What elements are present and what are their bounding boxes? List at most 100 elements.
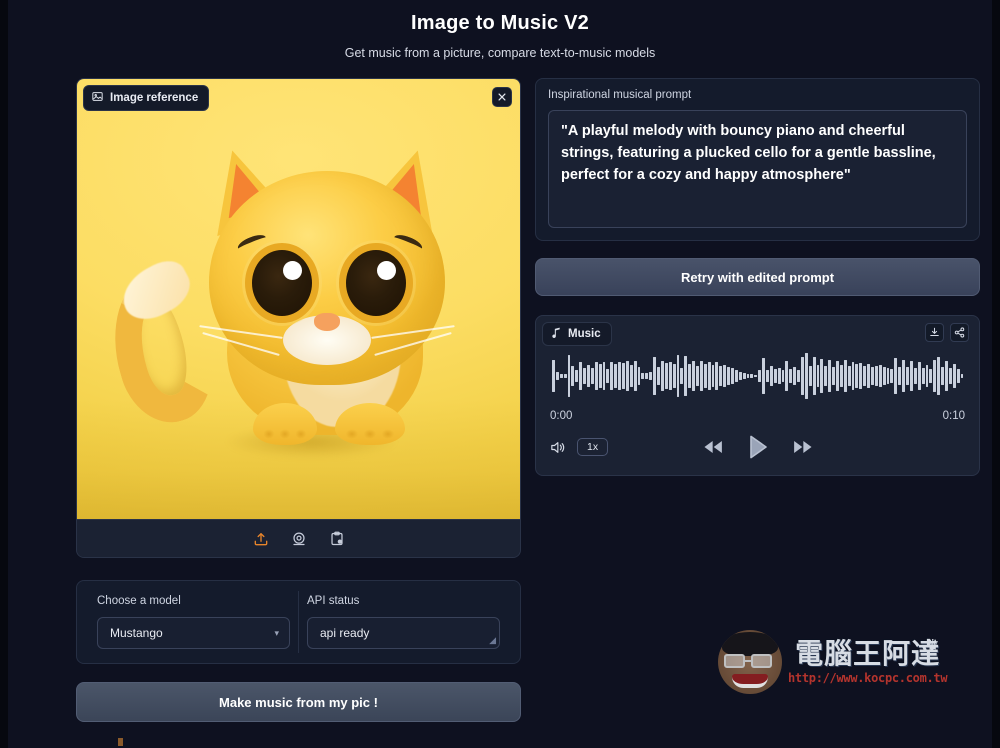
waveform-bar <box>730 368 734 384</box>
waveform-bar <box>649 371 653 381</box>
waveform-bar <box>886 368 890 384</box>
waveform-bar <box>575 370 579 382</box>
waveform-bar <box>645 373 649 379</box>
waveform-bar <box>909 360 913 392</box>
waveform-bar <box>956 369 960 383</box>
waveform-bar <box>863 365 867 387</box>
left-column: Image reference Choose a model Mustango … <box>76 78 521 722</box>
waveform-bar <box>874 365 878 387</box>
waveform-bar <box>723 364 727 388</box>
waveform-bar <box>828 359 832 393</box>
watermark-text: ♛ 電腦王阿達 http://www.kocpc.com.tw <box>788 638 948 685</box>
waveform-bar <box>913 368 917 384</box>
fast-forward-button[interactable] <box>791 439 815 455</box>
api-status-input[interactable]: api ready ◢ <box>307 617 500 649</box>
waveform-bar <box>773 369 777 383</box>
play-button[interactable] <box>747 434 769 460</box>
waveform-bar <box>660 360 664 392</box>
waveform-bar <box>777 367 781 385</box>
waveform-bar <box>602 361 606 391</box>
watermark-url: http://www.kocpc.com.tw <box>788 670 948 685</box>
waveform-bar <box>758 370 762 382</box>
waveform-bar <box>812 357 816 395</box>
cat-nose <box>314 313 340 331</box>
music-output-panel: Music 0:00 0:10 1x <box>535 315 980 476</box>
image-reference-panel: Image reference <box>76 78 521 558</box>
waveform-bar <box>688 364 692 388</box>
model-select-value: Mustango <box>110 626 163 640</box>
waveform-bar <box>703 363 707 389</box>
image-reference-tab: Image reference <box>83 85 210 111</box>
waveform-bar <box>925 364 929 388</box>
waveform-bar <box>668 361 672 391</box>
waveform-bar <box>680 368 684 384</box>
waveform-bar <box>583 367 587 385</box>
waveform-bar <box>781 370 785 382</box>
make-music-button[interactable]: Make music from my pic ! <box>76 682 521 722</box>
waveform-bar <box>699 360 703 392</box>
page-header: Image to Music V2 Get music from a pictu… <box>8 0 992 60</box>
rewind-button[interactable] <box>701 439 725 455</box>
bottom-cut-element <box>76 736 521 748</box>
prompt-textarea[interactable]: "A playful melody with bouncy piano and … <box>548 110 967 228</box>
waveform-bar <box>832 366 836 386</box>
waveform-bar <box>851 361 855 391</box>
resize-grip-icon[interactable]: ◢ <box>489 635 496 646</box>
waveform-bar <box>929 368 933 384</box>
waveform-bar <box>894 357 898 395</box>
avatar-hair <box>722 632 778 656</box>
watermark-avatar <box>718 630 782 694</box>
waveform-bar <box>769 365 773 387</box>
webcam-icon[interactable] <box>291 531 307 547</box>
upload-icon[interactable] <box>253 531 269 547</box>
image-tools-bar <box>77 519 520 557</box>
time-total: 0:10 <box>942 410 965 422</box>
waveform-bar <box>555 372 559 380</box>
prompt-panel: Inspirational musical prompt "A playful … <box>535 78 980 241</box>
waveform-bar <box>692 361 695 391</box>
model-label: Choose a model <box>97 595 181 607</box>
page-title: Image to Music V2 <box>411 12 589 34</box>
model-select[interactable]: Mustango ▾ <box>97 617 290 649</box>
app-root: Image to Music V2 Get music from a pictu… <box>8 0 992 748</box>
cat-eye-right <box>339 243 413 323</box>
site-watermark: ♛ 電腦王阿達 http://www.kocpc.com.tw <box>718 628 980 696</box>
prompt-label: Inspirational musical prompt <box>548 89 692 101</box>
waveform-bar <box>855 364 859 388</box>
waveform-bar <box>629 364 633 388</box>
waveform-bar <box>890 369 894 383</box>
download-button[interactable] <box>925 323 944 342</box>
waveform-bar <box>937 356 941 396</box>
music-tab-label: Music <box>568 328 601 340</box>
waveform-bar <box>664 363 668 389</box>
waveform-bar <box>921 367 925 385</box>
rewind-icon <box>703 440 722 454</box>
waveform-bar <box>641 372 645 380</box>
close-image-button[interactable] <box>492 87 512 107</box>
audio-waveform[interactable] <box>550 350 965 402</box>
waveform-bar <box>695 365 699 387</box>
waveform-bar <box>952 364 956 388</box>
play-icon <box>749 435 767 459</box>
retry-button[interactable]: Retry with edited prompt <box>535 258 980 296</box>
share-button[interactable] <box>950 323 969 342</box>
waveform-bar <box>793 367 797 385</box>
paste-clipboard-icon[interactable] <box>329 531 345 547</box>
download-icon <box>930 327 939 336</box>
waveform-bar <box>754 374 758 378</box>
waveform-bar <box>567 354 571 398</box>
waveform-bar <box>882 366 886 386</box>
waveform-bar <box>707 362 711 390</box>
waveform-bar <box>676 355 680 397</box>
reference-photo[interactable] <box>77 79 520 519</box>
waveform-bar <box>944 360 948 392</box>
avatar-glasses-bridge <box>745 660 751 662</box>
waveform-bar <box>653 357 657 395</box>
waveform-bar <box>746 373 750 379</box>
waveform-bar <box>598 363 602 389</box>
chevron-down-icon: ▾ <box>274 627 279 638</box>
waveform-bar <box>587 364 590 388</box>
waveform-bar <box>843 359 847 393</box>
waveform-bar <box>867 364 871 388</box>
audio-times: 0:00 0:10 <box>550 410 965 422</box>
